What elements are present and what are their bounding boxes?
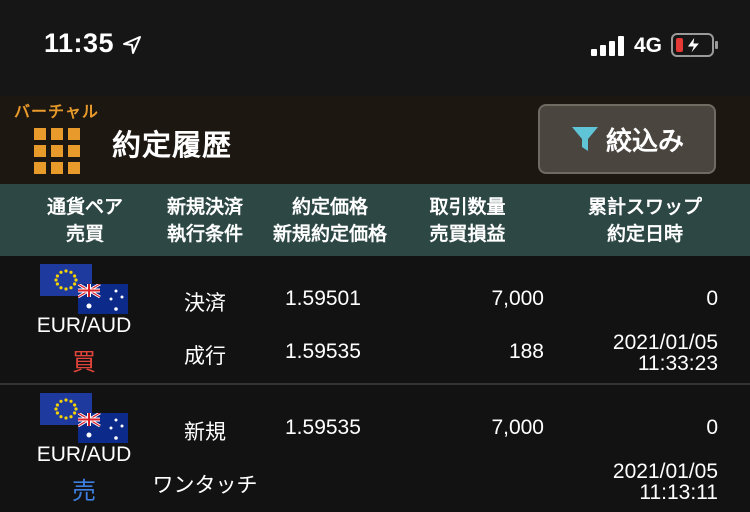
execution-date: 2021/01/05 <box>612 460 718 483</box>
trade-side: 売 <box>72 478 96 505</box>
profit-loss: 188 <box>508 340 544 363</box>
currency-pair: EUR/AUD <box>36 443 132 466</box>
table-row[interactable]: EUR/AUD 買 決済 成行 1.59501 1.59535 7,000 18… <box>0 256 750 383</box>
grid-menu-icon[interactable] <box>34 128 80 174</box>
settle-type: 新規 <box>184 421 226 444</box>
execution-condition: 成行 <box>184 345 226 368</box>
status-bar: 11:35 4G <box>0 0 750 96</box>
filter-funnel-icon <box>571 127 598 151</box>
settle-type: 決済 <box>184 292 226 315</box>
australia-flag-icon <box>78 284 128 314</box>
trade-side: 買 <box>72 349 96 376</box>
open-price: 1.59535 <box>285 340 361 363</box>
execution-time: 11:13:11 <box>639 481 718 504</box>
table-row[interactable]: EUR/AUD 売 新規 ワンタッチ 1.59535 7,000 0 2021/… <box>0 383 750 512</box>
execution-date: 2021/01/05 <box>612 331 718 354</box>
cumulative-swap: 0 <box>706 287 718 310</box>
trade-quantity: 7,000 <box>491 416 544 439</box>
currency-flags <box>40 393 128 443</box>
col-quantity-pl: 取引数量 売買損益 <box>429 197 506 245</box>
mode-tag: バーチャル <box>14 104 99 121</box>
execution-datetime: 2021/01/05 11:33:23 <box>613 332 718 374</box>
col-swap-datetime: 累計スワップ 約定日時 <box>587 197 702 245</box>
execution-price: 1.59535 <box>285 416 361 439</box>
execution-price: 1.59501 <box>285 287 361 310</box>
location-arrow-icon <box>123 36 141 54</box>
cumulative-swap: 0 <box>706 416 718 439</box>
app-header: バーチャル 約定履歴 絞込み <box>0 96 750 184</box>
status-time: 11:35 <box>44 28 115 58</box>
currency-pair: EUR/AUD <box>36 314 132 337</box>
col-type-condition: 新規決済 執行条件 <box>166 197 243 245</box>
filter-label: 絞込み <box>605 125 684 156</box>
currency-flags <box>40 264 128 314</box>
filter-button[interactable]: 絞込み <box>538 104 716 174</box>
execution-condition: ワンタッチ <box>152 474 258 497</box>
column-header: 通貨ペア 売買 新規決済 執行条件 約定価格 新規約定価格 取引数量 売買損益 … <box>0 184 750 256</box>
battery-charging-icon <box>671 33 718 57</box>
page-title: 約定履歴 <box>112 130 233 162</box>
cellular-signal-icon <box>591 36 624 56</box>
execution-datetime: 2021/01/05 11:13:11 <box>613 461 718 503</box>
network-type: 4G <box>634 34 663 57</box>
trade-list: EUR/AUD 買 決済 成行 1.59501 1.59535 7,000 18… <box>0 256 750 512</box>
execution-time: 11:33:23 <box>637 352 718 375</box>
australia-flag-icon <box>78 413 128 443</box>
col-price: 約定価格 新規約定価格 <box>272 197 387 245</box>
trade-quantity: 7,000 <box>491 287 544 310</box>
col-pair-side: 通貨ペア 売買 <box>46 197 123 245</box>
